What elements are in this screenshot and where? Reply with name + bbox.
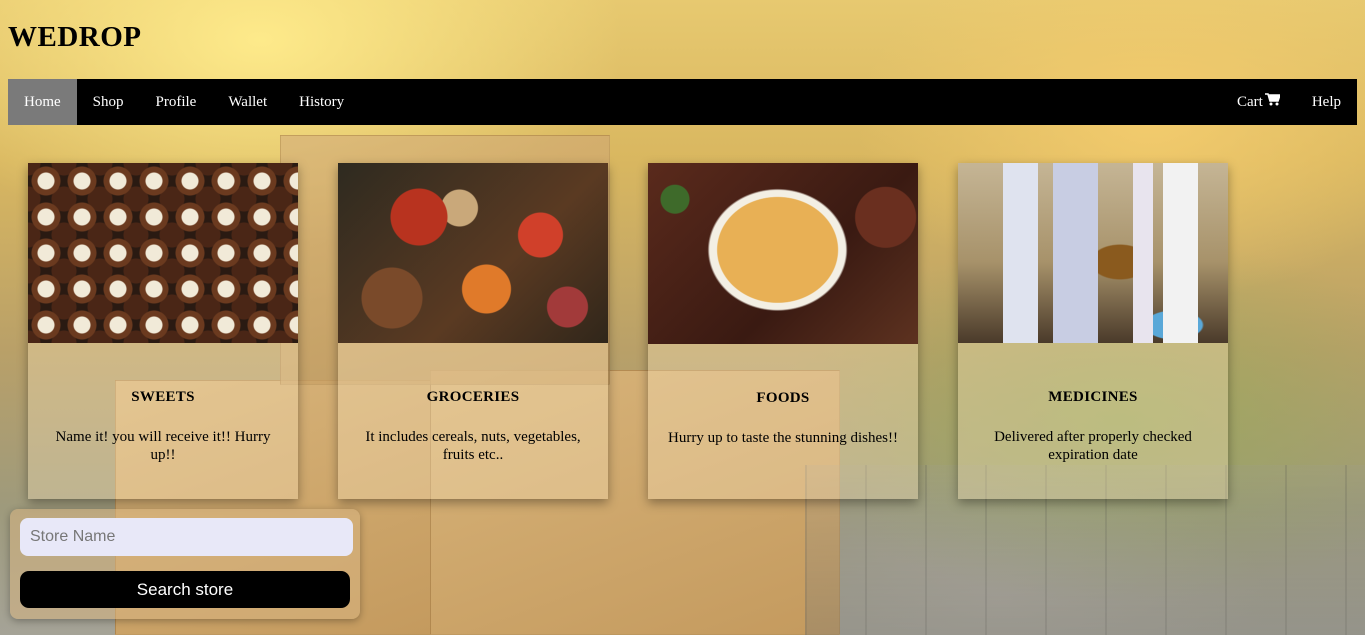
category-card-groceries[interactable]: GROCERIES It includes cereals, nuts, veg… — [338, 163, 608, 499]
store-search-panel: Search store — [10, 509, 360, 619]
category-title: MEDICINES — [1048, 389, 1138, 405]
category-description: Delivered after properly checked expirat… — [994, 429, 1192, 463]
biryani-image — [648, 163, 918, 344]
category-card-sweets[interactable]: SWEETS Name it! you will receive it!! Hu… — [28, 163, 298, 499]
nav-help[interactable]: Help — [1296, 79, 1357, 125]
category-card-medicines[interactable]: MEDICINES Delivered after properly check… — [958, 163, 1228, 499]
category-description: Name it! you will receive it!! Hurry up!… — [55, 429, 271, 463]
nav-shop[interactable]: Shop — [77, 79, 140, 125]
top-navbar: Home Shop Profile Wallet History Cart He… — [8, 79, 1357, 125]
category-card-foods[interactable]: FOODS Hurry up to taste the stunning dis… — [648, 163, 918, 499]
nav-profile[interactable]: Profile — [140, 79, 213, 125]
category-title: SWEETS — [131, 389, 195, 405]
nav-wallet[interactable]: Wallet — [212, 79, 283, 125]
search-store-button[interactable]: Search store — [20, 571, 350, 608]
nav-history[interactable]: History — [283, 79, 360, 125]
category-description: Hurry up to taste the stunning dishes!! — [668, 430, 898, 446]
nav-cart-label: Cart — [1237, 93, 1263, 110]
brand-logo: WEDROP — [8, 21, 142, 53]
store-name-input[interactable] — [20, 518, 353, 556]
medicines-image — [958, 163, 1228, 343]
shopping-cart-icon — [1264, 93, 1281, 111]
chocolates-image — [28, 163, 298, 343]
category-description: It includes cereals, nuts, vegetables, f… — [365, 429, 581, 463]
category-title: FOODS — [756, 390, 810, 406]
nav-cart[interactable]: Cart — [1221, 79, 1296, 125]
groceries-image — [338, 163, 608, 343]
nav-home[interactable]: Home — [8, 79, 77, 125]
category-title: GROCERIES — [426, 389, 520, 405]
